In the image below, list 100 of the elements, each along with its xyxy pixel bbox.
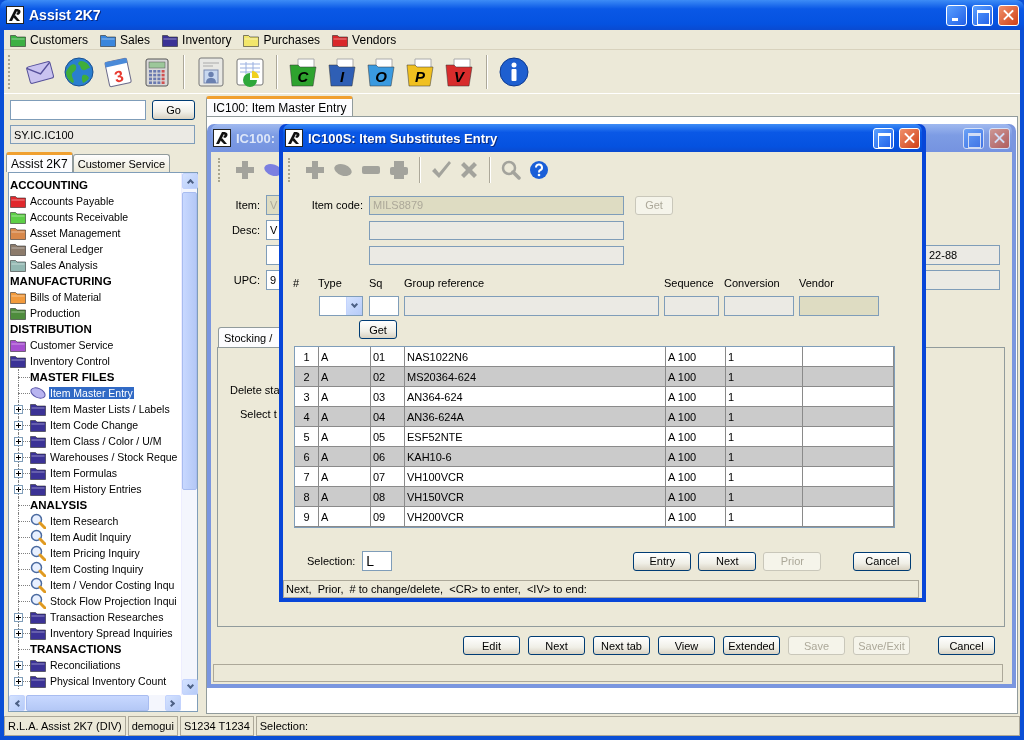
menu-item[interactable]: Vendors bbox=[332, 32, 397, 47]
tree-item[interactable]: General Ledger bbox=[10, 242, 104, 256]
menu-item[interactable]: Purchases bbox=[243, 32, 321, 47]
tree-item[interactable]: Physical Inventory Count bbox=[30, 674, 168, 688]
table-cell: A bbox=[319, 487, 371, 507]
button[interactable]: Cancel bbox=[853, 551, 912, 571]
maximize-button[interactable] bbox=[963, 127, 984, 149]
menu-item[interactable]: Sales bbox=[100, 32, 151, 47]
tree-item[interactable]: Production bbox=[10, 306, 82, 320]
table-cell: 09 bbox=[371, 507, 405, 527]
minimize-button[interactable] bbox=[946, 4, 967, 26]
vertical-scrollbar[interactable] bbox=[181, 173, 197, 695]
input-field[interactable] bbox=[369, 221, 624, 240]
menu-item[interactable]: Customers bbox=[10, 32, 88, 47]
tree-item[interactable]: Stock Flow Projection Inqui bbox=[30, 593, 178, 609]
tree-heading: MANUFACTURING bbox=[10, 275, 112, 287]
search-field[interactable] bbox=[10, 100, 146, 120]
dropdown[interactable] bbox=[319, 296, 363, 316]
table-cell: KAH10-6 bbox=[405, 447, 666, 467]
go-button[interactable]: Go bbox=[152, 100, 195, 120]
tree-item[interactable]: Item Class / Color / U/M bbox=[30, 434, 163, 448]
table-cell: A 100 bbox=[666, 367, 726, 387]
maximize-button[interactable] bbox=[873, 127, 894, 149]
table-cell: 1 bbox=[295, 347, 319, 367]
expand-button[interactable] bbox=[14, 629, 23, 638]
column-header: Type bbox=[318, 277, 343, 289]
tree-item[interactable]: Bills of Material bbox=[10, 290, 103, 304]
tree-item[interactable]: Accounts Payable bbox=[10, 194, 116, 208]
close-button[interactable] bbox=[989, 127, 1010, 149]
button[interactable]: Edit bbox=[463, 636, 520, 655]
expand-button[interactable] bbox=[14, 405, 23, 414]
tree-item[interactable]: Accounts Receivable bbox=[10, 210, 130, 224]
button[interactable]: Next bbox=[698, 551, 757, 571]
help-icon[interactable] bbox=[529, 160, 549, 180]
calendar-icon[interactable]: 3 bbox=[102, 55, 134, 88]
tree-item[interactable]: Inventory Spread Inquiries bbox=[30, 626, 174, 640]
expand-button[interactable] bbox=[14, 469, 23, 478]
expand-button[interactable] bbox=[14, 485, 23, 494]
tab[interactable]: Customer Service bbox=[72, 154, 171, 172]
tree-item[interactable]: Warehouses / Stock Reque bbox=[30, 450, 179, 464]
button[interactable]: Entry bbox=[633, 551, 692, 571]
table-cell: A 100 bbox=[666, 387, 726, 407]
status-field: demogui bbox=[127, 716, 178, 736]
input-field[interactable] bbox=[724, 296, 794, 316]
tree-item[interactable]: Item Costing Inquiry bbox=[30, 561, 145, 577]
tree-item[interactable]: Item Master Lists / Labels bbox=[30, 402, 171, 416]
tree-item[interactable]: Asset Management bbox=[10, 226, 122, 240]
search-icon bbox=[30, 545, 46, 561]
horizontal-scrollbar[interactable] bbox=[9, 695, 181, 711]
maximize-button[interactable] bbox=[972, 4, 993, 26]
selection-field[interactable]: L bbox=[362, 551, 393, 571]
expand-button[interactable] bbox=[14, 613, 23, 622]
button[interactable]: Next tab bbox=[593, 636, 650, 655]
button[interactable]: Next bbox=[528, 636, 585, 655]
tab[interactable]: IC100: Item Master Entry bbox=[206, 96, 354, 116]
table-cell: A bbox=[319, 347, 371, 367]
table-cell: A 100 bbox=[666, 467, 726, 487]
tab[interactable]: Assist 2K7 bbox=[6, 152, 73, 172]
table-cell: A 100 bbox=[666, 427, 726, 447]
input-field[interactable] bbox=[664, 296, 719, 316]
input-field[interactable] bbox=[369, 246, 624, 265]
tree-heading: ACCOUNTING bbox=[10, 179, 88, 191]
tree-item[interactable]: Item / Vendor Costing Inqu bbox=[30, 577, 176, 593]
expand-button[interactable] bbox=[14, 661, 23, 670]
tree-item[interactable]: Customer Service bbox=[10, 338, 115, 352]
field-label: Desc: bbox=[230, 224, 260, 236]
spreadsheet-icon[interactable] bbox=[234, 55, 266, 88]
tree-item[interactable]: Item Code Change bbox=[30, 418, 140, 432]
tree-item[interactable]: Inventory Control bbox=[10, 354, 111, 368]
tree-item[interactable]: Item Research bbox=[30, 513, 120, 529]
table-cell: 1 bbox=[726, 487, 803, 507]
close-button[interactable] bbox=[998, 4, 1019, 26]
table-cell: A bbox=[319, 367, 371, 387]
close-button[interactable] bbox=[899, 127, 920, 149]
button[interactable]: Cancel bbox=[938, 636, 995, 655]
tree-item[interactable]: Item Pricing Inquiry bbox=[30, 545, 141, 561]
field-label: Item: bbox=[234, 199, 260, 211]
tree-item[interactable]: Item History Entries bbox=[30, 482, 143, 496]
tree-item[interactable]: Reconciliations bbox=[30, 658, 122, 672]
expand-button[interactable] bbox=[14, 677, 23, 686]
expand-button[interactable] bbox=[14, 437, 23, 446]
menu-item[interactable]: Inventory bbox=[162, 32, 232, 47]
button[interactable]: View bbox=[658, 636, 715, 655]
info-icon[interactable] bbox=[498, 55, 530, 88]
tree-heading: ANALYSIS bbox=[30, 499, 88, 511]
get-button[interactable]: Get bbox=[359, 320, 397, 339]
path-field: SY.IC.IC100 bbox=[10, 125, 195, 144]
table-cell: A bbox=[319, 387, 371, 407]
input-field[interactable] bbox=[369, 296, 399, 316]
globe-icon[interactable] bbox=[63, 55, 95, 88]
input-field[interactable] bbox=[404, 296, 659, 316]
expand-button[interactable] bbox=[14, 421, 23, 430]
expand-button[interactable] bbox=[14, 453, 23, 462]
tree-item[interactable]: Item Audit Inquiry bbox=[30, 529, 133, 545]
table-cell: 5 bbox=[295, 427, 319, 447]
address-book-icon[interactable] bbox=[195, 55, 227, 88]
tree-item[interactable]: Sales Analysis bbox=[10, 258, 99, 272]
button[interactable]: Extended bbox=[723, 636, 780, 655]
tree-item[interactable]: Transaction Researches bbox=[30, 610, 165, 624]
tree-item[interactable]: Item Formulas bbox=[30, 466, 119, 480]
